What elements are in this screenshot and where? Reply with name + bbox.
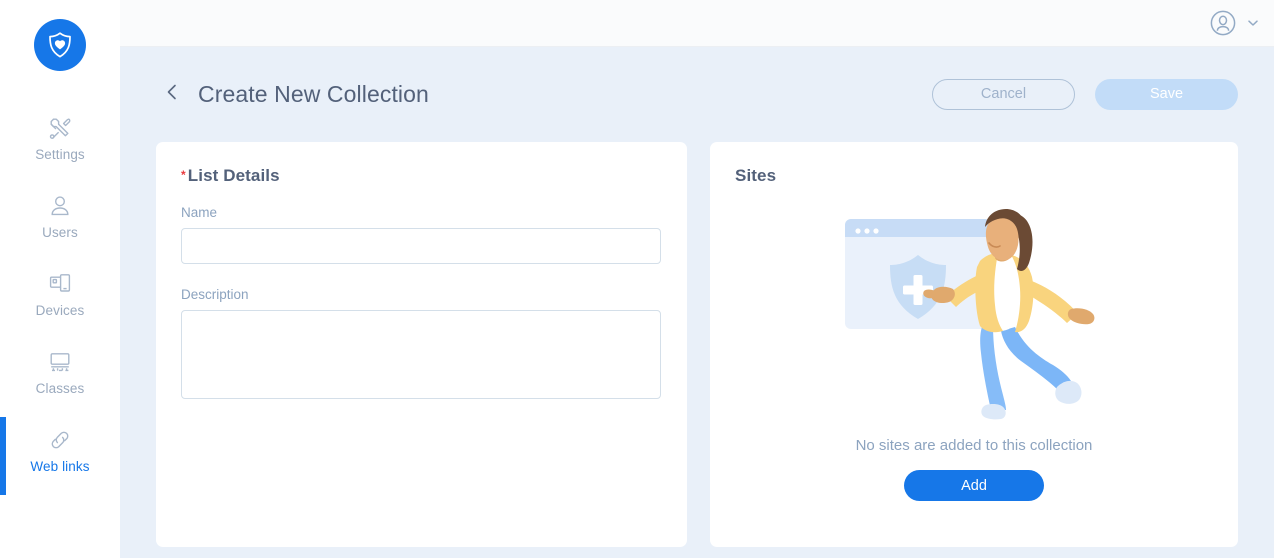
sidebar-item-label: Devices (35, 302, 85, 318)
sites-panel: Sites No sites are added to this collect… (710, 142, 1238, 547)
back-button[interactable] (161, 78, 183, 112)
sidebar-item-web-links[interactable]: Web links (0, 411, 120, 489)
shield-heart-logo-icon (49, 32, 71, 58)
page-title: Create New Collection (198, 81, 429, 107)
panels-row: * List Details Name Description Sites No… (156, 142, 1238, 558)
sidebar-item-devices[interactable]: Devices (0, 255, 120, 333)
chevron-down-icon[interactable] (1246, 16, 1260, 30)
sidebar-item-label: Web links (30, 458, 90, 474)
chevron-left-icon (164, 82, 180, 107)
required-marker: * (181, 168, 186, 182)
name-label: Name (181, 205, 218, 220)
content-area: Create New Collection Cancel Save * List … (120, 47, 1274, 558)
name-input[interactable] (181, 228, 661, 264)
topbar (120, 0, 1274, 47)
empty-state-message: No sites are added to this collection (855, 437, 1093, 454)
logo-container (0, 0, 120, 71)
sidebar-item-label: Settings (35, 146, 85, 162)
list-details-title-text: List Details (187, 166, 280, 185)
app-root: Settings Users Devices Classes Web links… (0, 0, 1274, 558)
page-header: Create New Collection Cancel Save (156, 47, 1238, 142)
add-site-button[interactable]: Add (904, 470, 1044, 501)
list-details-title: * List Details (181, 166, 662, 186)
devices-icon (47, 271, 73, 297)
link-icon (47, 427, 73, 453)
sidebar-item-settings[interactable]: Settings (0, 99, 120, 177)
field-spacer (181, 264, 662, 287)
sites-title: Sites (735, 166, 777, 185)
list-details-panel: * List Details Name Description (156, 142, 687, 547)
description-textarea[interactable] (181, 310, 661, 399)
classroom-icon (47, 349, 73, 375)
sidebar-item-classes[interactable]: Classes (0, 333, 120, 411)
user-icon (47, 193, 73, 219)
tools-icon (47, 115, 73, 141)
sidebar-item-users[interactable]: Users (0, 177, 120, 255)
sidebar: Settings Users Devices Classes Web links (0, 0, 120, 558)
sidebar-item-label: Users (42, 224, 78, 240)
description-label: Description (181, 287, 249, 302)
sidebar-nav: Settings Users Devices Classes Web links (0, 99, 120, 489)
user-avatar-icon[interactable] (1210, 10, 1236, 36)
woman-adding-site-illustration (843, 207, 1105, 427)
cancel-button[interactable]: Cancel (932, 79, 1075, 110)
sidebar-item-label: Classes (35, 380, 85, 396)
app-logo[interactable] (34, 19, 86, 71)
header-actions: Cancel Save (932, 79, 1238, 110)
save-button[interactable]: Save (1095, 79, 1238, 110)
main-column: Create New Collection Cancel Save * List … (120, 0, 1274, 558)
